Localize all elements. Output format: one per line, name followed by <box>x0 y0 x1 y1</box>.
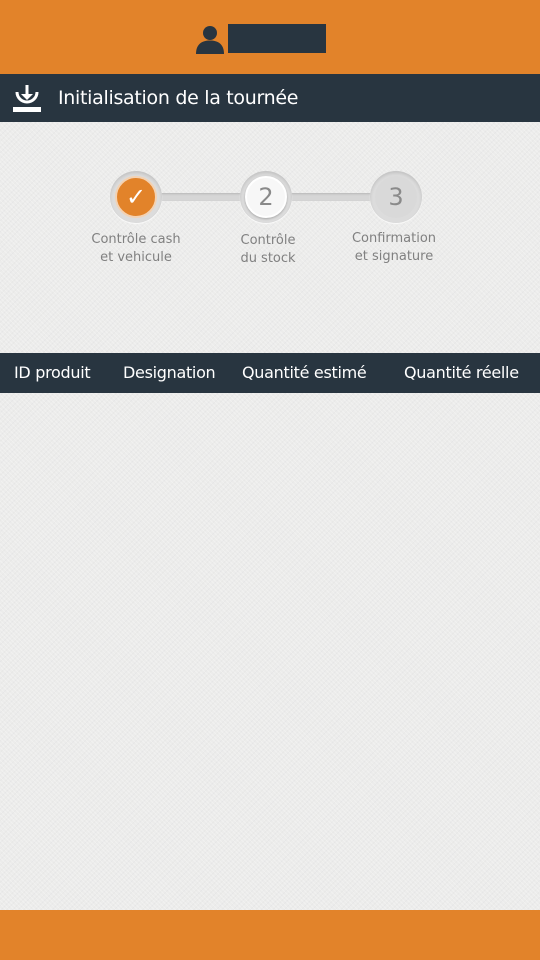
step-connector <box>158 193 248 201</box>
step-2-number: 2 <box>245 176 287 218</box>
step-1-label-line1: Contrôle cash <box>91 232 181 247</box>
checkmark-icon: ✓ <box>115 176 157 218</box>
page-title: Initialisation de la tournée <box>58 87 299 109</box>
table-body[interactable] <box>0 393 540 910</box>
step-3-number: 3 <box>375 176 417 218</box>
user-name[interactable] <box>228 24 326 53</box>
column-header-real-quantity[interactable]: Quantité réelle <box>404 353 519 393</box>
user-icon[interactable] <box>195 24 225 54</box>
top-bar <box>0 0 540 74</box>
step-2-label: Contrôle du stock <box>208 232 328 268</box>
column-header-designation[interactable]: Designation <box>123 353 216 393</box>
step-2-label-line1: Contrôle <box>240 233 296 248</box>
step-1-label-line2: et vehicule <box>100 250 172 265</box>
column-header-id[interactable]: ID produit <box>14 353 91 393</box>
step-connector <box>288 193 378 201</box>
step-3-label-line2: et signature <box>354 249 434 264</box>
progress-stepper: ✓ 2 3 Contrôle cash et vehicule Contrôle… <box>0 168 540 278</box>
step-3-label-line1: Confirmation <box>351 231 437 246</box>
step-2-circle[interactable]: 2 <box>240 171 292 223</box>
step-3-label: Confirmation et signature <box>334 230 454 266</box>
step-1-label: Contrôle cash et vehicule <box>76 231 196 267</box>
download-tray-icon <box>13 85 41 112</box>
table-header: ID produit Designation Quantité estimé Q… <box>0 353 540 393</box>
step-1-circle[interactable]: ✓ <box>110 171 162 223</box>
step-3-circle[interactable]: 3 <box>370 171 422 223</box>
bottom-bar <box>0 910 540 960</box>
title-bar: Initialisation de la tournée <box>0 74 540 122</box>
step-2-label-line2: du stock <box>240 251 296 266</box>
column-header-estimated-quantity[interactable]: Quantité estimé <box>242 353 367 393</box>
